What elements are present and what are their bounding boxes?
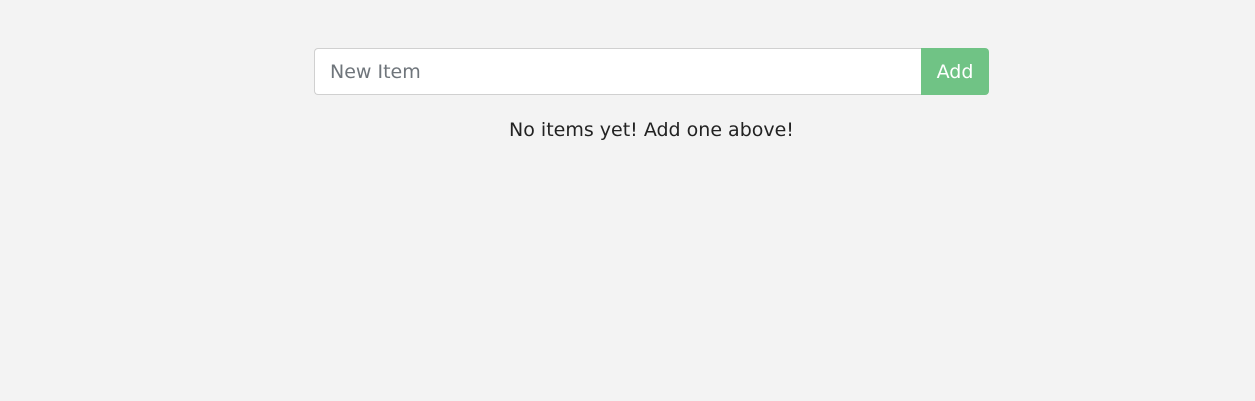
todo-app: Add No items yet! Add one above!	[314, 48, 989, 141]
empty-list-message: No items yet! Add one above!	[509, 119, 794, 141]
new-item-input[interactable]	[314, 48, 921, 95]
add-item-form: Add	[314, 48, 989, 95]
add-button[interactable]: Add	[921, 48, 989, 95]
